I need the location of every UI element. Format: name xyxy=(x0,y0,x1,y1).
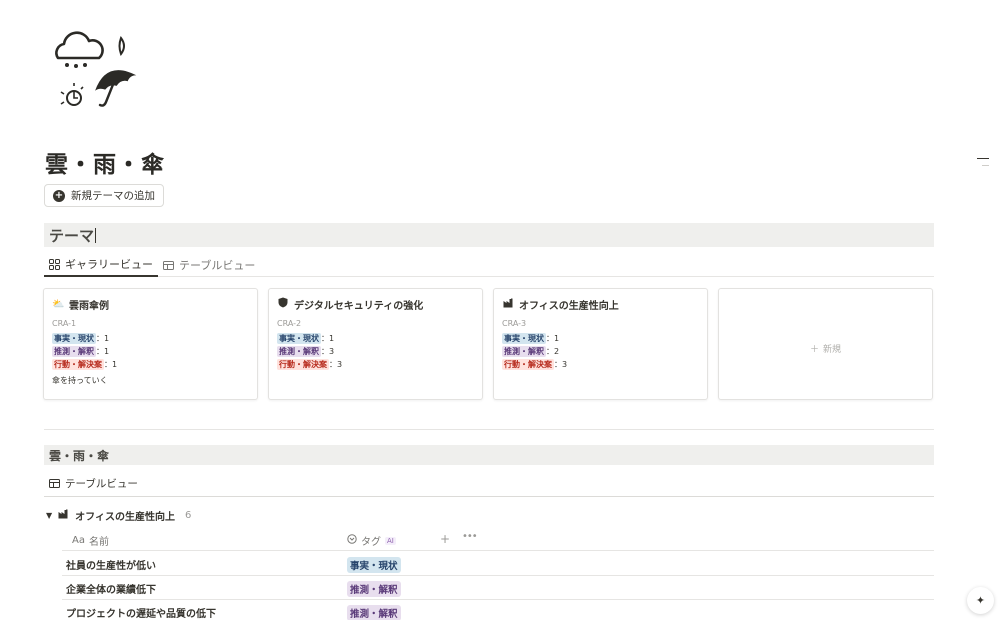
section-heading-database: 雲・雨・傘 xyxy=(44,445,934,465)
section-heading-text: 雲・雨・傘 xyxy=(49,448,110,463)
table-icon xyxy=(49,478,60,488)
row-tag: 推測・解釈 xyxy=(347,605,401,620)
guess-tag: 推測・解釈 xyxy=(52,345,96,357)
column-name-header[interactable]: Aa 名前 xyxy=(72,533,109,548)
card-title: オフィスの生産性向上 xyxy=(519,300,619,312)
tab-table-label: テーブルビュー xyxy=(179,259,256,272)
guess-tag: 推測・解釈 xyxy=(502,345,546,357)
collapse-triangle-icon[interactable]: ▼ xyxy=(46,511,52,520)
group-title: オフィスの生産性向上 xyxy=(75,512,175,523)
tab-table-view-2[interactable]: テーブルビュー xyxy=(44,470,934,497)
tab-table-label: テーブルビュー xyxy=(65,477,138,490)
table-row[interactable]: 社員の生産性が低い 事実・現状 xyxy=(62,552,934,576)
new-card-label: 新規 xyxy=(823,344,842,355)
tab-gallery-view[interactable]: ギャラリービュー xyxy=(44,253,158,277)
table-icon xyxy=(163,260,174,270)
action-tag: 行動・解決案 xyxy=(52,358,104,370)
action-tag: 行動・解決案 xyxy=(502,358,554,370)
guess-tag: 推測・解釈 xyxy=(277,345,321,357)
new-card-button[interactable]: ＋ 新規 xyxy=(718,288,933,400)
sparkle-icon: ✦ xyxy=(975,594,986,607)
gallery-view: ⛅ 雲雨傘例 CRA-1 事実・現状 ：1 推測・解釈 ：1 行動・解決案 ：1 傘を… xyxy=(43,288,933,400)
more-options-icon[interactable]: ••• xyxy=(462,531,478,542)
add-theme-button[interactable]: + 新規テーマの追加 xyxy=(44,184,164,207)
ai-assistant-button[interactable]: ✦ xyxy=(967,587,994,614)
card-note: 傘を持っていく xyxy=(52,376,108,385)
gallery-card[interactable]: デジタルセキュリティの強化 CRA-2 事実・現状 ：1 推測・解釈 ：3 行動・解… xyxy=(268,288,483,400)
action-count: ：1 xyxy=(104,359,118,369)
group-header[interactable]: ▼ オフィスの生産性向上 6 xyxy=(46,508,191,523)
action-count: ：3 xyxy=(554,359,568,369)
action-count: ：3 xyxy=(329,359,343,369)
tab-gallery-label: ギャラリービュー xyxy=(65,258,153,271)
factory-icon xyxy=(58,509,69,522)
fact-tag: 事実・現状 xyxy=(52,332,96,344)
ai-badge: AI xyxy=(385,536,396,545)
card-id: CRA-2 xyxy=(277,319,302,328)
table-of-contents-indicator[interactable] xyxy=(977,158,989,172)
plus-circle-icon: + xyxy=(53,189,65,202)
fact-count: ：1 xyxy=(96,333,110,343)
table-row[interactable]: プロジェクトの遅延や品質の低下 推測・解釈 xyxy=(62,600,934,620)
row-name: 企業全体の業績低下 xyxy=(66,585,156,596)
select-type-icon xyxy=(347,534,357,547)
section-heading-theme: テーマ xyxy=(44,223,934,247)
page-title: 雲・雨・傘 xyxy=(45,152,165,178)
card-id: CRA-1 xyxy=(52,319,77,328)
fact-tag: 事実・現状 xyxy=(502,332,546,344)
text-type-icon: Aa xyxy=(72,535,85,546)
row-tag: 事実・現状 xyxy=(347,557,401,573)
fact-tag: 事実・現状 xyxy=(277,332,321,344)
sun-cloud-icon: ⛅ xyxy=(52,298,65,310)
column-tag-label: タグ xyxy=(361,537,381,548)
card-id: CRA-3 xyxy=(502,319,527,328)
table-header: Aa 名前 タグ AI + ••• xyxy=(62,529,934,551)
tab-table-view[interactable]: テーブルビュー xyxy=(158,253,260,277)
column-tag-header[interactable]: タグ AI xyxy=(347,533,396,548)
factory-icon xyxy=(502,298,514,311)
fact-count: ：1 xyxy=(321,333,335,343)
text-cursor xyxy=(95,227,97,243)
gallery-card[interactable]: オフィスの生産性向上 CRA-3 事実・現状 ：1 推測・解釈 ：2 行動・解決案：… xyxy=(493,288,708,400)
section-heading-text: テーマ xyxy=(49,226,95,245)
row-name: 社員の生産性が低い xyxy=(66,561,156,572)
gallery-icon xyxy=(49,258,60,270)
view-tabs: ギャラリービュー テーブルビュー xyxy=(44,253,934,277)
gallery-card[interactable]: ⛅ 雲雨傘例 CRA-1 事実・現状 ：1 推測・解釈 ：1 行動・解決案 ：1 傘を… xyxy=(43,288,258,400)
guess-count: ：2 xyxy=(546,346,560,356)
row-tag: 推測・解釈 xyxy=(347,581,401,597)
cloud-rain-umbrella-icon[interactable] xyxy=(50,24,142,114)
group-count: 6 xyxy=(184,510,192,521)
fact-count: ：1 xyxy=(546,333,560,343)
action-tag: 行動・解決案 xyxy=(277,358,329,370)
guess-count: ：3 xyxy=(321,346,335,356)
plus-icon: ＋ xyxy=(809,344,819,355)
add-column-button[interactable]: + xyxy=(440,532,450,546)
guess-count: ：1 xyxy=(96,346,110,356)
card-title: デジタルセキュリティの強化 xyxy=(294,300,424,312)
divider xyxy=(44,429,934,430)
card-title: 雲雨傘例 xyxy=(69,300,109,312)
row-name: プロジェクトの遅延や品質の低下 xyxy=(66,609,216,620)
table-row[interactable]: 企業全体の業績低下 推測・解釈 xyxy=(62,576,934,600)
shield-icon xyxy=(277,297,289,311)
add-theme-label: 新規テーマの追加 xyxy=(71,190,155,202)
column-name-label: 名前 xyxy=(88,537,109,548)
